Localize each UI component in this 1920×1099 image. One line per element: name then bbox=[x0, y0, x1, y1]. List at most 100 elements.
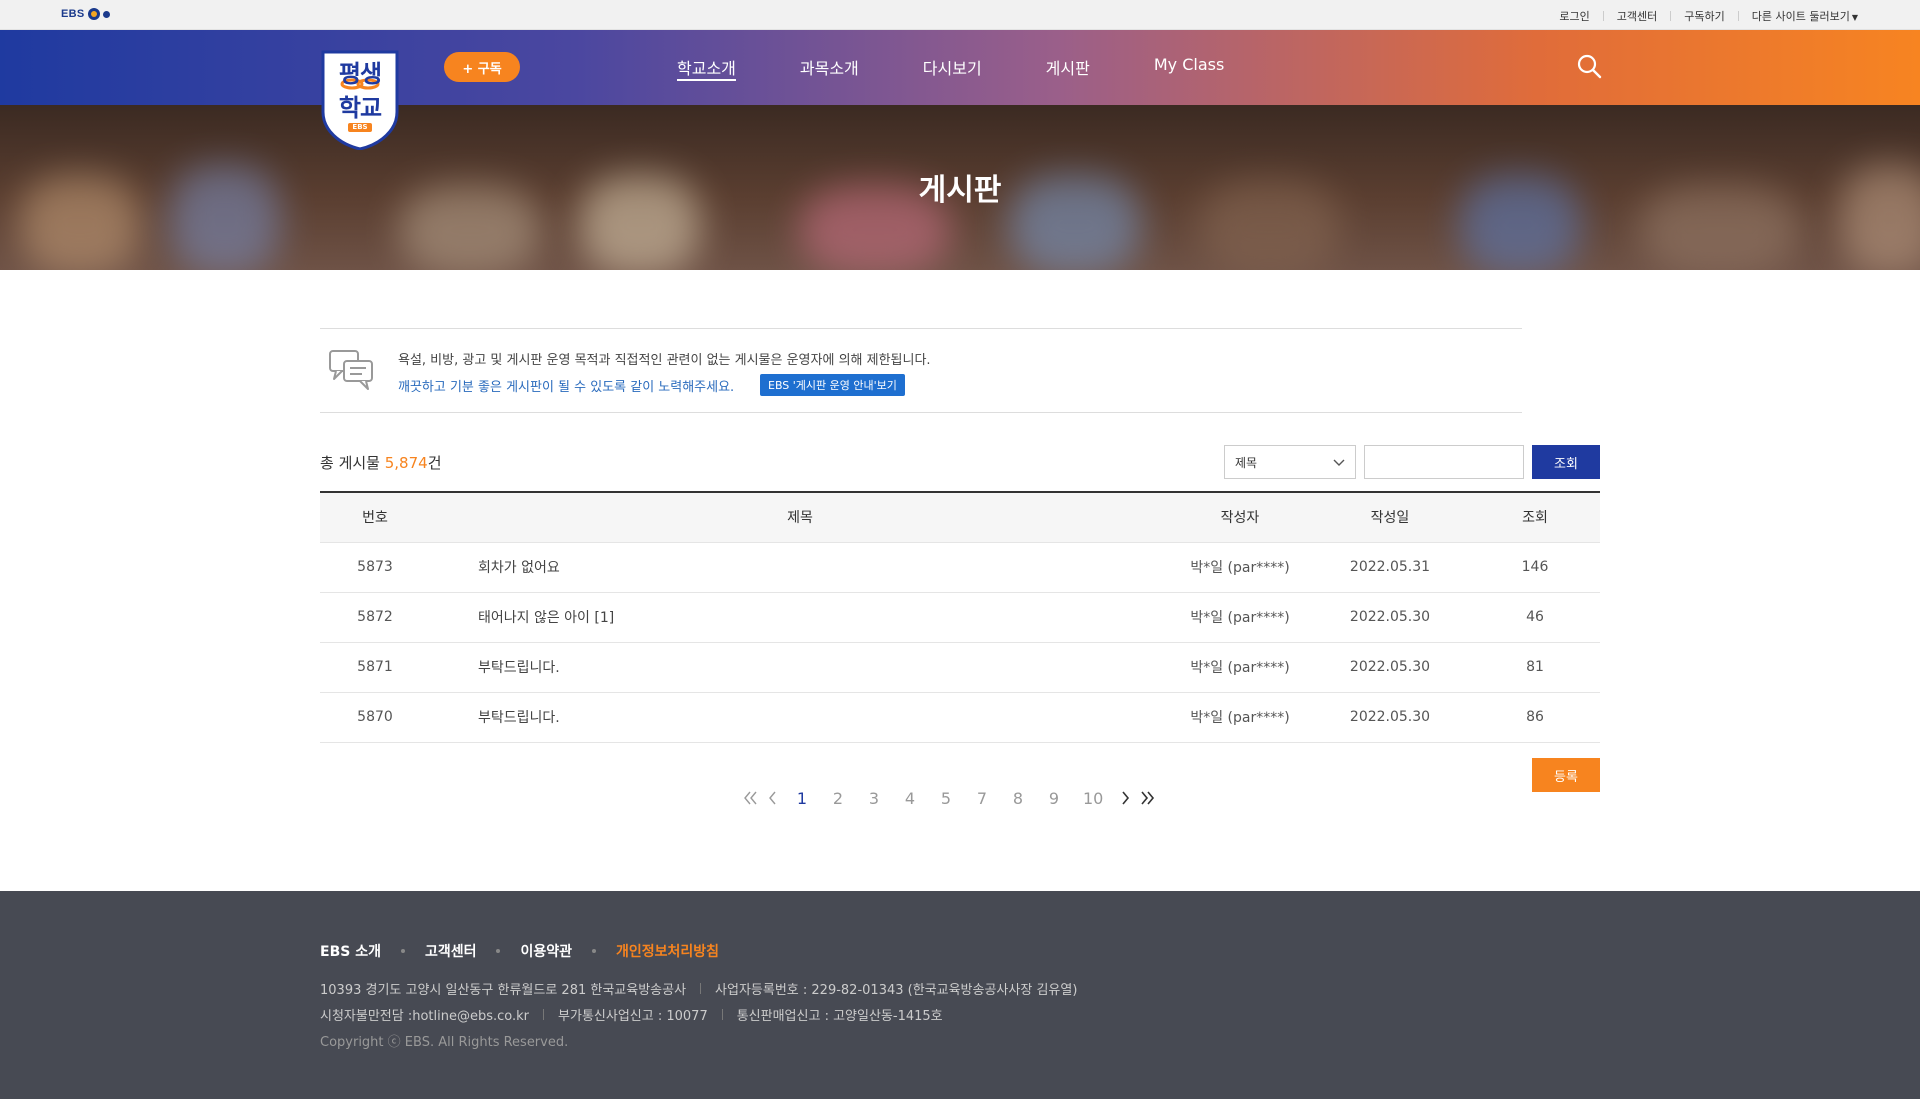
footer-customer-center-link[interactable]: 고객센터 bbox=[425, 941, 477, 961]
menu-replay[interactable]: 다시보기 bbox=[923, 55, 982, 81]
col-title: 제목 bbox=[787, 510, 813, 527]
col-date: 작성일 bbox=[1370, 510, 1410, 527]
total-prefix: 총 게시물 bbox=[320, 454, 385, 472]
post-views: 81 bbox=[1526, 659, 1544, 675]
other-sites-label: 다른 사이트 둘러보기 bbox=[1751, 10, 1850, 23]
page-1[interactable]: 1 bbox=[795, 789, 809, 808]
post-title[interactable]: 회차가 없어요 bbox=[430, 542, 1170, 592]
customer-center-link[interactable]: 고객센터 bbox=[1617, 8, 1657, 24]
post-views: 146 bbox=[1521, 559, 1549, 575]
table-row[interactable]: 5873 회차가 없어요 박*일 (par****) 2022.05.31 14… bbox=[320, 542, 1600, 592]
post-author: 박*일 (par****) bbox=[1190, 660, 1290, 676]
dot-separator bbox=[400, 949, 405, 953]
table-row[interactable]: 5872 태어나지 않은 아이 [1] 박*일 (par****) 2022.0… bbox=[320, 592, 1600, 642]
ebs-logo[interactable]: EBS bbox=[61, 8, 110, 20]
caret-down-icon: ▼ bbox=[1851, 13, 1858, 22]
lifelong-school-logo[interactable]: 평생 학교 EBS bbox=[319, 50, 401, 151]
page-2[interactable]: 2 bbox=[831, 789, 845, 808]
login-link[interactable]: 로그인 bbox=[1559, 8, 1589, 24]
post-views: 46 bbox=[1526, 609, 1544, 625]
divider bbox=[1670, 11, 1672, 21]
page-hero-banner: 게시판 bbox=[0, 105, 1920, 270]
post-title[interactable]: 부탁드립니다. bbox=[430, 642, 1170, 692]
top-utility-bar: EBS 로그인 고객센터 구독하기 다른 사이트 둘러보기 ▼ bbox=[0, 0, 1920, 30]
table-row[interactable]: 5871 부탁드립니다. 박*일 (par****) 2022.05.30 81 bbox=[320, 642, 1600, 692]
first-page-button[interactable] bbox=[740, 787, 762, 809]
post-title[interactable]: 태어나지 않은 아이 [1] bbox=[430, 592, 1170, 642]
post-author: 박*일 (par****) bbox=[1190, 710, 1290, 726]
main-menu: 학교소개 과목소개 다시보기 게시판 My Class bbox=[677, 55, 1288, 81]
divider bbox=[1737, 11, 1739, 21]
footer-vas-no: 부가통신사업신고 : 10077 bbox=[558, 1009, 708, 1024]
footer-business-no: 사업자등록번호 : 229-82-01343 (한국교육방송공사사장 김유열) bbox=[715, 983, 1078, 998]
ebs-logo-circle-icon bbox=[87, 8, 100, 20]
next-page-button[interactable] bbox=[1114, 787, 1136, 809]
search-field-value: 제목 bbox=[1235, 455, 1258, 470]
search-icon bbox=[1577, 54, 1602, 79]
board-table: 번호 제목 작성자 작성일 조회 5873 회차가 없어요 박*일 (par**… bbox=[320, 491, 1600, 743]
search-button[interactable] bbox=[1576, 53, 1602, 79]
menu-school-intro[interactable]: 학교소개 bbox=[677, 55, 736, 81]
page-10[interactable]: 10 bbox=[1083, 789, 1103, 808]
post-date: 2022.05.30 bbox=[1349, 609, 1431, 625]
post-author: 박*일 (par****) bbox=[1190, 610, 1290, 626]
menu-my-class[interactable]: My Class bbox=[1154, 55, 1224, 81]
double-chevron-left-icon bbox=[744, 791, 757, 805]
ebs-logo-text: EBS bbox=[61, 8, 85, 20]
table-row[interactable]: 5870 부탁드립니다. 박*일 (par****) 2022.05.30 86 bbox=[320, 692, 1600, 742]
notice-line2: 깨끗하고 기분 좋은 게시판이 될 수 있도록 같이 노력해주세요. bbox=[398, 380, 735, 395]
footer-info-line1: 10393 경기도 고양시 일산동구 한류월드로 281 한국교육방송공사 사업… bbox=[320, 979, 1077, 998]
divider bbox=[700, 983, 702, 994]
col-author: 작성자 bbox=[1220, 510, 1260, 527]
post-number: 5870 bbox=[357, 709, 393, 725]
page-7[interactable]: 7 bbox=[975, 789, 989, 808]
board-guide-button[interactable]: EBS '게시판 운영 안내'보기 bbox=[760, 374, 905, 396]
prev-page-button[interactable] bbox=[762, 787, 784, 809]
search-submit-button[interactable]: 조회 bbox=[1532, 445, 1600, 479]
subscribe-button[interactable]: + 구독 bbox=[444, 52, 520, 82]
post-date: 2022.05.30 bbox=[1349, 659, 1431, 675]
page-5[interactable]: 5 bbox=[939, 789, 953, 808]
other-sites-dropdown[interactable]: 다른 사이트 둘러보기 ▼ bbox=[1752, 8, 1858, 24]
page-9[interactable]: 9 bbox=[1047, 789, 1061, 808]
footer-ebs-intro-link[interactable]: EBS 소개 bbox=[320, 941, 381, 961]
divider bbox=[721, 1009, 723, 1020]
post-number: 5871 bbox=[357, 659, 393, 675]
footer-privacy-link[interactable]: 개인정보처리방침 bbox=[616, 941, 719, 961]
page-3[interactable]: 3 bbox=[867, 789, 881, 808]
post-date: 2022.05.30 bbox=[1349, 709, 1431, 725]
post-title[interactable]: 부탁드립니다. bbox=[430, 692, 1170, 742]
dot-separator bbox=[592, 949, 597, 953]
page-8[interactable]: 8 bbox=[1011, 789, 1025, 808]
divider bbox=[1602, 11, 1604, 21]
post-author: 박*일 (par****) bbox=[1190, 560, 1290, 576]
menu-board[interactable]: 게시판 bbox=[1046, 55, 1090, 81]
post-date: 2022.05.31 bbox=[1349, 559, 1431, 575]
footer-complaint: 시청자불만전담 :hotline@ebs.co.kr bbox=[320, 1009, 530, 1024]
footer-info-line2: 시청자불만전담 :hotline@ebs.co.kr 부가통신사업신고 : 10… bbox=[320, 1005, 943, 1024]
search-input[interactable] bbox=[1364, 445, 1524, 479]
menu-subjects[interactable]: 과목소개 bbox=[800, 55, 859, 81]
post-views: 86 bbox=[1526, 709, 1544, 725]
page-4[interactable]: 4 bbox=[903, 789, 917, 808]
last-page-button[interactable] bbox=[1136, 787, 1158, 809]
search-field-select[interactable]: 제목 bbox=[1224, 445, 1356, 479]
subscribe-link[interactable]: 구독하기 bbox=[1684, 8, 1724, 24]
footer-address: 10393 경기도 고양시 일산동구 한류월드로 281 한국교육방송공사 bbox=[320, 983, 687, 998]
utility-links: 로그인 고객센터 구독하기 다른 사이트 둘러보기 ▼ bbox=[1559, 8, 1858, 24]
chevron-right-icon bbox=[1122, 791, 1130, 805]
footer-terms-link[interactable]: 이용약관 bbox=[520, 941, 572, 961]
board-notice: 욕설, 비방, 광고 및 게시판 운영 목적과 직접적인 관련이 없는 게시물은… bbox=[320, 328, 1522, 413]
speech-bubbles-icon bbox=[328, 349, 376, 391]
copyright: Copyright ⓒ EBS. All Rights Reserved. bbox=[320, 1035, 569, 1050]
site-footer: EBS 소개 고객센터 이용약관 개인정보처리방침 10393 경기도 고양시 … bbox=[0, 891, 1920, 1099]
chevron-left-icon bbox=[769, 791, 776, 805]
pagination: 1 2 3 4 5 7 8 9 10 bbox=[740, 786, 1158, 810]
brand-line2: 학교 bbox=[338, 94, 382, 122]
chevron-down-icon bbox=[1333, 459, 1345, 466]
notice-line1: 욕설, 비방, 광고 및 게시판 운영 목적과 직접적인 관련이 없는 게시물은… bbox=[398, 353, 931, 368]
total-count: 총 게시물 5,874건 bbox=[320, 452, 442, 473]
page-title: 게시판 bbox=[918, 173, 1002, 208]
write-post-button[interactable]: 등록 bbox=[1532, 758, 1600, 792]
post-number: 5873 bbox=[357, 559, 393, 575]
